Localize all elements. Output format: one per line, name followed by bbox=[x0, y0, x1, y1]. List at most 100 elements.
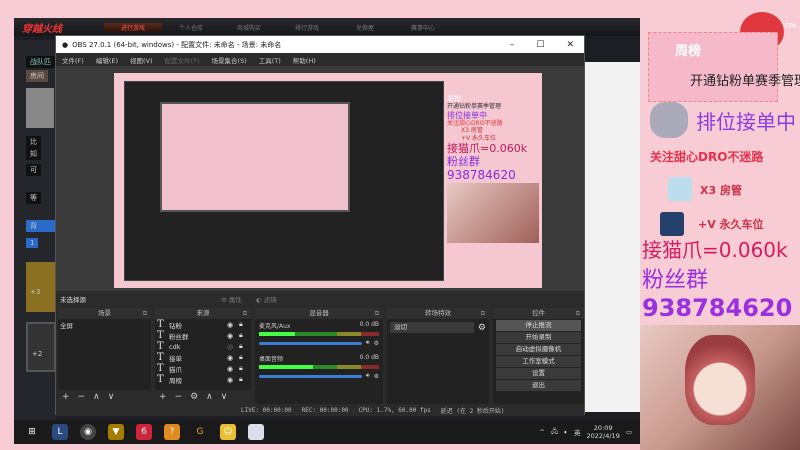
app-icon[interactable]: L bbox=[52, 424, 68, 440]
game-tab[interactable]: 排行游戏 bbox=[278, 23, 336, 32]
status-bar: LIVE: 00:00:00 REC: 00:00:00 CPU: 1.7%, … bbox=[56, 404, 584, 416]
eye-icon[interactable]: ◉ bbox=[227, 332, 239, 340]
volume-meter bbox=[259, 332, 379, 336]
properties-label: 属性 bbox=[228, 296, 242, 304]
menu-tools[interactable]: 工具(T) bbox=[259, 55, 281, 65]
backpack-button[interactable]: 背 bbox=[26, 220, 56, 232]
clock[interactable]: 20:09 2022/4/19 bbox=[587, 424, 620, 441]
app-icon[interactable]: G bbox=[192, 424, 208, 440]
game-tab[interactable]: 个人仓库 bbox=[162, 23, 220, 32]
source-item[interactable]: Tcdk ◎ 🔒︎ bbox=[155, 341, 251, 352]
network-icon[interactable]: 🖧︎ bbox=[551, 427, 558, 438]
windows-start-icon[interactable]: ⊞ bbox=[24, 424, 40, 440]
menu-edit[interactable]: 编辑(E) bbox=[96, 55, 118, 65]
stop-streaming-button[interactable]: 停止推流 bbox=[496, 320, 581, 331]
mixer-dock: 混音器 麦克风/Aux 0.0 dB 🔊︎ ⚙ 桌面音频 0.0 dB 🔊︎ ⚙ bbox=[255, 308, 383, 404]
scene-item[interactable]: 全屏 bbox=[58, 319, 151, 330]
ime-indicator[interactable]: 英 bbox=[574, 427, 581, 437]
crossfire-icon[interactable]: ▼ bbox=[108, 424, 124, 440]
source-item[interactable]: T 钻粉 ◉ 🔒︎ bbox=[155, 319, 251, 330]
down-icon[interactable]: ∨ bbox=[221, 392, 228, 402]
virtual-camera-button[interactable]: 启动虚拟摄像机 bbox=[496, 344, 581, 355]
preview-overlay: 周榜 开通钻粉单赛季管理 排位接单中 关注甜心DRO不迷路 X3 房管 +V 永… bbox=[447, 77, 539, 243]
obs-window: ● OBS 27.0.1 (64-bit, windows) - 配置文件: 未… bbox=[55, 35, 585, 416]
app-icon[interactable]: ? bbox=[164, 424, 180, 440]
studio-mode-button[interactable]: 工作室模式 bbox=[496, 356, 581, 367]
obs-logo-icon: ● bbox=[62, 40, 69, 49]
properties-button[interactable]: ⚙ 属性 bbox=[221, 294, 242, 304]
side-label: 知 bbox=[26, 148, 41, 160]
up-icon[interactable]: ∧ bbox=[206, 392, 213, 402]
webcam-feed bbox=[640, 325, 800, 450]
eye-icon[interactable]: ◉ bbox=[227, 376, 239, 384]
menu-bar: 文件(F) 编辑(E) 视图(V) 配置文件(P) 场景集合(S) 工具(T) … bbox=[56, 53, 584, 66]
dock-title: 混音器 bbox=[255, 308, 383, 319]
eye-icon[interactable]: ◉ bbox=[227, 365, 239, 373]
stream-preview[interactable]: 周榜 开通钻粉单赛季管理 排位接单中 关注甜心DRO不迷路 X3 房管 +V 永… bbox=[114, 73, 542, 288]
game-tab[interactable]: 赛事中心 bbox=[394, 23, 452, 32]
gear-icon[interactable]: ⚙ bbox=[478, 323, 486, 333]
lock-icon[interactable]: 🔒︎ bbox=[239, 342, 251, 351]
lock-icon[interactable]: 🔒︎ bbox=[239, 375, 251, 384]
menu-view[interactable]: 视图(V) bbox=[130, 55, 153, 65]
mixer-channel: 麦克风/Aux 0.0 dB 🔊︎ ⚙ bbox=[255, 319, 383, 352]
app-icon[interactable]: ☺ bbox=[220, 424, 236, 440]
sources-list: T 钻粉 ◉ 🔒︎ T 粉丝群 ◉ 🔒︎ Tcdk ◎ 🔒︎ T 接单 ◉ 🔒︎ T 猫爪 ◉ 🔒︎ T 周榜… bbox=[155, 319, 251, 385]
text-source-icon: T bbox=[157, 374, 164, 385]
gear-icon[interactable]: ⚙ bbox=[190, 392, 198, 402]
controls-dock: 控件 停止推流 开始录制 启动虚拟摄像机 工作室模式 设置 退出 bbox=[493, 308, 584, 404]
slot-number[interactable]: 1 bbox=[26, 238, 39, 248]
ammo-item[interactable]: +2 bbox=[26, 322, 56, 372]
eye-hidden-icon[interactable]: ◎ bbox=[227, 343, 239, 351]
menu-scene-collection[interactable]: 场景集合(S) bbox=[212, 55, 247, 65]
exit-button[interactable]: 退出 bbox=[496, 380, 581, 391]
menu-file[interactable]: 文件(F) bbox=[62, 55, 84, 65]
channel-name: 麦克风/Aux bbox=[259, 323, 291, 330]
source-item[interactable]: T 粉丝群 ◉ 🔒︎ bbox=[155, 330, 251, 341]
down-icon[interactable]: ∨ bbox=[108, 392, 115, 402]
add-icon[interactable]: + bbox=[159, 392, 167, 402]
source-item[interactable]: T 周榜 ◉ 🔒︎ bbox=[155, 374, 251, 385]
filters-button[interactable]: ◐ 滤镜 bbox=[256, 294, 277, 304]
obs-taskbar-icon[interactable]: ◉ bbox=[80, 424, 96, 440]
lock-icon[interactable]: 🔒︎ bbox=[239, 353, 251, 362]
volume-slider[interactable] bbox=[259, 374, 362, 378]
add-icon[interactable]: + bbox=[62, 392, 70, 402]
room-button[interactable]: 房间 bbox=[26, 70, 48, 82]
lock-icon[interactable]: 🔒︎ bbox=[239, 331, 251, 340]
menu-profile[interactable]: 配置文件(P) bbox=[165, 55, 200, 65]
notification-icon[interactable]: ▭ bbox=[626, 428, 632, 436]
minimize-icon[interactable]: – bbox=[510, 40, 515, 50]
lock-icon[interactable]: 🔒︎ bbox=[239, 320, 251, 329]
game-tab[interactable]: 进行游戏 bbox=[104, 22, 162, 32]
source-item[interactable]: T 接单 ◉ 🔒︎ bbox=[155, 352, 251, 363]
transition-select[interactable]: 淡切 bbox=[390, 322, 474, 333]
lock-icon[interactable]: 🔒︎ bbox=[239, 364, 251, 373]
nested-preview-2 bbox=[160, 102, 350, 212]
ammo-item[interactable]: +3 bbox=[26, 262, 56, 312]
source-item[interactable]: T 猫爪 ◉ 🔒︎ bbox=[155, 363, 251, 374]
eye-icon[interactable]: ◉ bbox=[227, 321, 239, 329]
settings-button[interactable]: 设置 bbox=[496, 368, 581, 379]
menu-help[interactable]: 帮助(H) bbox=[293, 55, 316, 65]
remove-icon[interactable]: − bbox=[78, 392, 86, 402]
netease-music-icon[interactable]: 6 bbox=[136, 424, 152, 440]
speaker-icon[interactable]: 🔊︎ bbox=[366, 339, 370, 347]
volume-slider[interactable] bbox=[259, 341, 362, 345]
game-tab[interactable]: 商城购买 bbox=[220, 23, 278, 32]
game-tab[interactable]: 兑换屋 bbox=[336, 23, 394, 32]
close-icon[interactable]: ✕ bbox=[566, 40, 574, 50]
eye-icon[interactable]: ◉ bbox=[227, 354, 239, 362]
speaker-icon[interactable]: 🔊︎ bbox=[366, 372, 370, 380]
preview-area: 周榜 开通钻粉单赛季管理 排位接单中 关注甜心DRO不迷路 X3 房管 +V 永… bbox=[56, 66, 584, 291]
speaker-icon[interactable]: 🔈︎ bbox=[564, 428, 568, 437]
start-recording-button[interactable]: 开始录制 bbox=[496, 332, 581, 343]
gear-icon[interactable]: ⚙ bbox=[374, 340, 379, 347]
remove-icon[interactable]: − bbox=[175, 392, 183, 402]
maximize-icon[interactable]: ☐ bbox=[536, 40, 544, 50]
chevron-up-icon[interactable]: ^ bbox=[539, 428, 544, 436]
app-icon[interactable] bbox=[248, 424, 264, 440]
up-icon[interactable]: ∧ bbox=[93, 392, 100, 402]
gear-icon[interactable]: ⚙ bbox=[374, 373, 379, 380]
time: 20:09 bbox=[593, 423, 613, 432]
